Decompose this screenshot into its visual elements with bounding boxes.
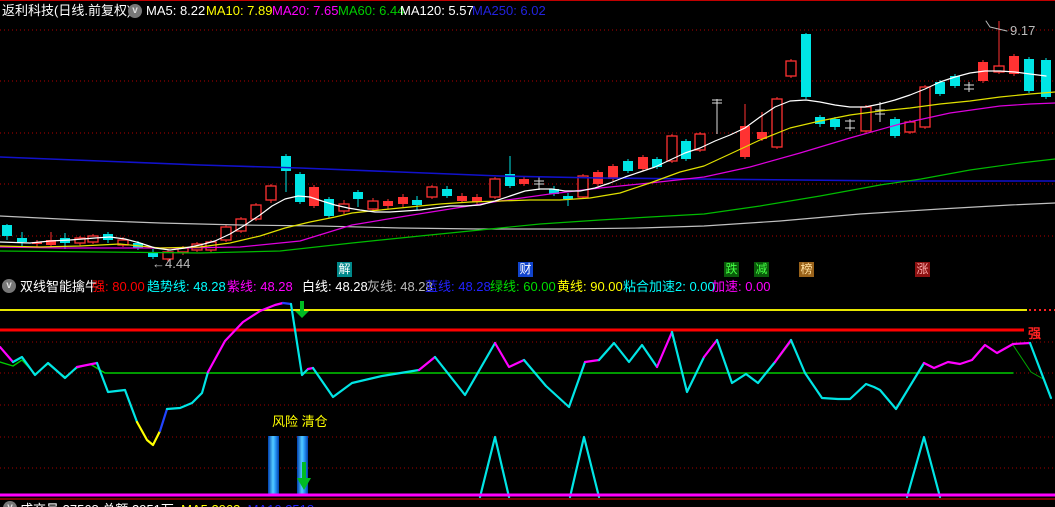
value-item: MA250: 6.02: [472, 3, 546, 18]
value-item: 趋势线: 48.28: [147, 279, 226, 294]
indicator-level-lines: [0, 309, 1055, 332]
stock-title: 返利科技(日线.前复权): [2, 3, 132, 18]
risk-clear-label: 风险 清仓: [272, 414, 328, 429]
chevron-down-icon[interactable]: v: [2, 279, 16, 293]
indicator-spikes: [478, 435, 942, 499]
event-badge[interactable]: 榜: [799, 262, 814, 277]
value-item: 黄线: 90.00: [557, 279, 623, 294]
chart-canvas[interactable]: [0, 0, 1055, 507]
clipped-text-segment: 成交量:37568 总额:2951万: [20, 502, 174, 507]
window-top-border: [0, 0, 1055, 1]
clipped-header-text: 成交量:37568 总额:2951万 MA5:2963 MA10:3518: [20, 500, 314, 507]
clipped-volume-pane-header: v 成交量:37568 总额:2951万 MA5:2963 MA10:3518: [0, 500, 1055, 507]
value-item: 绿线: 60.00: [490, 279, 556, 294]
value-item: 强: 80.00: [92, 279, 145, 294]
indicator-baselines: [0, 493, 1055, 500]
stock-app-window: 返利科技(日线.前复权) v MA5: 8.22 MA10: 7.89 MA20: …: [0, 0, 1055, 507]
event-badge[interactable]: 跌: [724, 262, 739, 277]
low-price-label: ←4.44: [152, 256, 191, 271]
value-item: 白线: 48.28: [302, 279, 368, 294]
indicator-trend-zigzag: [0, 301, 1053, 447]
value-item: MA60: 6.44: [338, 3, 405, 18]
chevron-down-icon[interactable]: v: [128, 4, 142, 18]
strong-level-label: 强: [1028, 326, 1042, 341]
value-item: 粘合加速2: 0.00: [623, 279, 715, 294]
value-item: 紫线: 48.28: [227, 279, 293, 294]
indicator-title: 双线智能擒牛: [20, 279, 99, 294]
event-badge[interactable]: 财: [518, 262, 533, 277]
value-item: 蓝线: 48.28: [425, 279, 491, 294]
main-chart-header: 返利科技(日线.前复权) v MA5: 8.22 MA10: 7.89 MA20: …: [0, 1, 1055, 21]
clipped-text-segment: MA10:3518: [240, 502, 315, 507]
value-item: MA10: 7.89: [206, 3, 273, 18]
value-item: MA120: 5.57: [400, 3, 474, 18]
value-item: 加速: 0.00: [712, 279, 771, 294]
value-item: MA5: 8.22: [146, 3, 206, 18]
high-price-label: 9.17: [1010, 23, 1036, 38]
value-item: MA20: 7.65: [272, 3, 339, 18]
event-badge[interactable]: 涨: [915, 262, 930, 277]
ma-lines: [0, 70, 1055, 254]
event-badge[interactable]: 减: [754, 262, 769, 277]
value-item: 灰线: 48.28: [367, 279, 433, 294]
indicator-header: v 双线智能擒牛 强: 80.00 趋势线: 48.28 紫线: 48.28 白线: …: [0, 278, 1055, 295]
event-badge[interactable]: 解: [337, 262, 352, 277]
clipped-text-segment: MA5:2963: [174, 502, 240, 507]
chevron-down-icon[interactable]: v: [3, 501, 17, 507]
